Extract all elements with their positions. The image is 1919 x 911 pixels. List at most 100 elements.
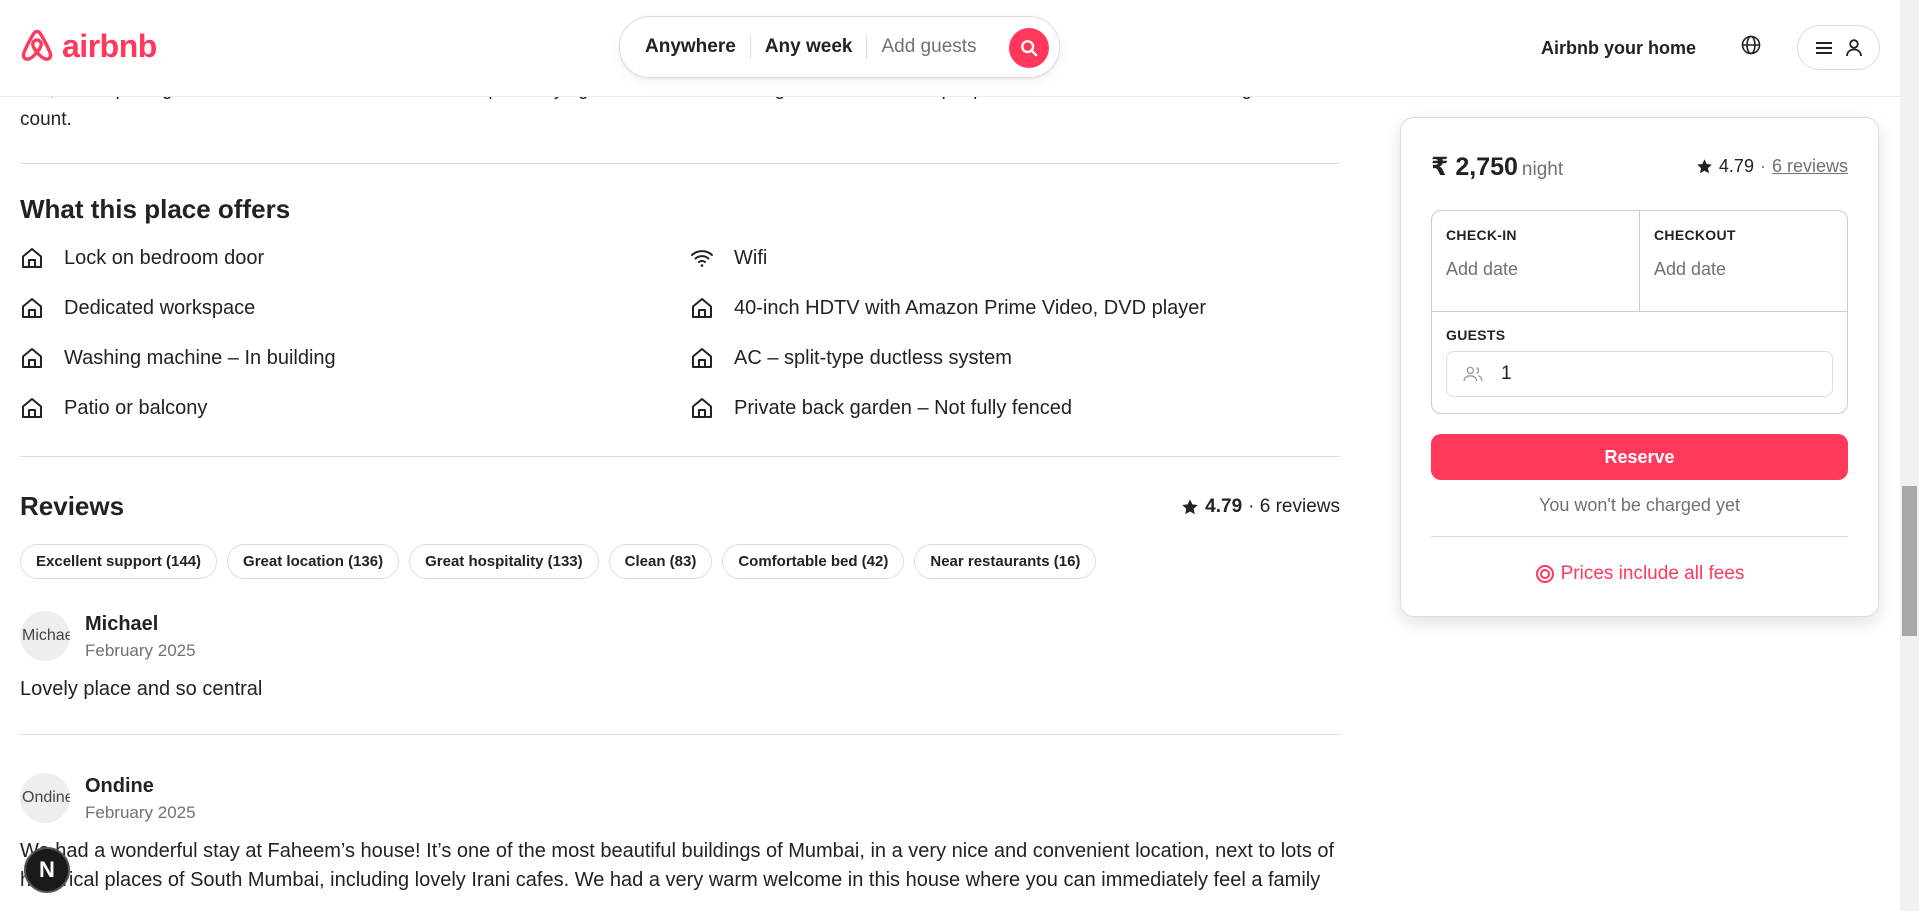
dates-guests-box: CHECK-IN Add date CHECKOUT Add date GUES… — [1431, 210, 1848, 414]
amenity-label: Lock on bedroom door — [64, 246, 265, 269]
scrollbar-thumb[interactable] — [1902, 486, 1917, 636]
reviews-count: · 6 reviews — [1248, 495, 1340, 517]
search-bar[interactable]: Anywhere Any week Add guests — [619, 16, 1060, 78]
amenity-item: Wifi — [690, 244, 1340, 272]
review-tag[interactable]: Near restaurants (16) — [914, 544, 1097, 579]
star-icon — [1182, 498, 1198, 514]
home-icon — [690, 346, 714, 370]
amenity-item: Dedicated workspace — [20, 294, 690, 322]
checkin-value: Add date — [1446, 259, 1519, 279]
checkin-field[interactable]: CHECK-IN Add date — [1432, 211, 1639, 311]
airbnb-logo[interactable]: airbnb — [20, 28, 157, 65]
review-tag[interactable]: Clean (83) — [608, 544, 713, 579]
amenity-item: Private back garden – Not fully fenced — [690, 394, 1340, 422]
review-tag[interactable]: Comfortable bed (42) — [722, 544, 905, 579]
listing-main: this, so I'm putting this in. We're fine… — [20, 79, 1340, 911]
price-unit: night — [1521, 159, 1564, 180]
guests-field: GUESTS 1 — [1432, 312, 1847, 412]
card-rating-separator: · — [1759, 156, 1766, 176]
search-button[interactable] — [1009, 28, 1049, 68]
amenities-grid: Lock on bedroom door Wifi Dedicated work… — [20, 244, 1340, 457]
amenity-label: Washing machine – In building — [64, 346, 336, 369]
guests-value: 1 — [1501, 363, 1512, 384]
amenity-label: Wifi — [734, 246, 768, 269]
home-icon — [20, 346, 44, 370]
airbnb-logo-icon — [21, 29, 53, 61]
amenity-item: Patio or balcony — [20, 394, 690, 422]
guests-label: GUESTS — [1446, 327, 1506, 343]
no-charge-note: You won't be charged yet — [1431, 495, 1848, 537]
review-item: Michael Michael February 2025 Lovely pla… — [20, 579, 1340, 735]
nightly-price: ₹ 2,750 — [1431, 153, 1518, 181]
home-icon — [20, 296, 44, 320]
review-tags: Excellent support (144) Great location (… — [20, 544, 1340, 579]
floating-n-badge[interactable]: N — [24, 847, 70, 893]
amenity-item: Washing machine – In building — [20, 344, 690, 372]
prices-include-fees[interactable]: Prices include all fees — [1431, 563, 1848, 585]
booking-card-top: ₹ 2,750 night 4.79 · 6 reviews — [1431, 152, 1848, 182]
page-scrollbar[interactable] — [1900, 0, 1919, 911]
card-rating-value: 4.79 — [1718, 156, 1754, 176]
fees-text: Prices include all fees — [1560, 563, 1745, 584]
amenity-label: Patio or balcony — [64, 396, 208, 419]
search-icon — [1021, 40, 1038, 57]
checkout-field[interactable]: CHECKOUT Add date — [1639, 211, 1847, 311]
reviews-summary: 4.79 · 6 reviews — [1181, 496, 1340, 518]
guests-icon — [1463, 366, 1483, 382]
amenities-title: What this place offers — [20, 194, 291, 224]
review-tag[interactable]: Excellent support (144) — [20, 544, 218, 579]
home-icon — [20, 246, 44, 270]
search-where[interactable]: Anywhere — [645, 36, 750, 58]
checkout-label: CHECKOUT — [1654, 227, 1736, 243]
hamburger-icon — [1815, 41, 1832, 54]
amenity-item: AC – split-type ductless system — [690, 344, 1340, 372]
review-tag[interactable]: Great location (136) — [227, 544, 400, 579]
booking-card: ₹ 2,750 night 4.79 · 6 reviews CHECK-IN A… — [1400, 117, 1879, 617]
home-icon — [690, 396, 714, 420]
guests-input[interactable]: 1 — [1446, 351, 1833, 397]
review-header: Ondine Ondine February 2025 — [20, 773, 1340, 823]
review-date: February 2025 — [85, 641, 196, 660]
reviewer-avatar[interactable]: Michael — [20, 611, 70, 661]
review-text: We had a wonderful stay at Faheem’s hous… — [20, 840, 1335, 891]
wifi-icon — [690, 246, 714, 270]
top-header: airbnb Anywhere Any week Add guests Airb… — [0, 0, 1900, 97]
price-tag-icon — [1535, 565, 1554, 583]
home-icon — [20, 396, 44, 420]
card-rating: 4.79 · 6 reviews — [1696, 156, 1848, 177]
search-guests[interactable]: Add guests — [867, 36, 990, 58]
home-icon — [690, 296, 714, 320]
star-icon — [1697, 159, 1712, 174]
reviewer-name: Ondine — [85, 775, 154, 797]
reviews-rating: 4.79 — [1205, 495, 1243, 517]
search-when[interactable]: Any week — [751, 36, 867, 58]
amenity-item: 40-inch HDTV with Amazon Prime Video, DV… — [690, 294, 1340, 322]
amenity-label: 40-inch HDTV with Amazon Prime Video, DV… — [734, 296, 1207, 319]
user-menu-button[interactable] — [1797, 25, 1880, 70]
review-date: February 2025 — [85, 803, 196, 822]
review-header: Michael Michael February 2025 — [20, 611, 1340, 661]
reviews-link[interactable]: 6 reviews — [1772, 156, 1848, 177]
amenity-label: AC – split-type ductless system — [734, 346, 1012, 369]
reviews-title: Reviews — [20, 491, 125, 521]
amenity-label: Dedicated workspace — [64, 296, 256, 319]
language-button[interactable] — [1741, 35, 1761, 60]
dates-row: CHECK-IN Add date CHECKOUT Add date — [1432, 211, 1847, 312]
airbnb-your-home-link[interactable]: Airbnb your home — [1541, 38, 1696, 59]
review-tag[interactable]: Great hospitality (133) — [409, 544, 599, 579]
reviewer-name: Michael — [85, 613, 159, 635]
price-block: ₹ 2,750 night — [1431, 152, 1563, 182]
review-text: Lovely place and so central — [20, 678, 263, 700]
airbnb-logo-text: airbnb — [62, 28, 157, 64]
reviewer-avatar[interactable]: Ondine — [20, 773, 70, 823]
checkin-label: CHECK-IN — [1446, 227, 1517, 243]
reserve-button[interactable]: Reserve — [1431, 434, 1848, 480]
review-item: Ondine Ondine February 2025 We had a won… — [20, 735, 1340, 911]
globe-icon — [1741, 35, 1761, 55]
user-icon — [1845, 38, 1862, 56]
amenity-label: Private back garden – Not fully fenced — [734, 396, 1072, 419]
amenities-section: What this place offers Lock on bedroom d… — [20, 194, 1340, 457]
checkout-value: Add date — [1654, 259, 1727, 279]
amenity-item: Lock on bedroom door — [20, 244, 690, 272]
reviews-header: Reviews 4.79 · 6 reviews — [20, 491, 1340, 522]
